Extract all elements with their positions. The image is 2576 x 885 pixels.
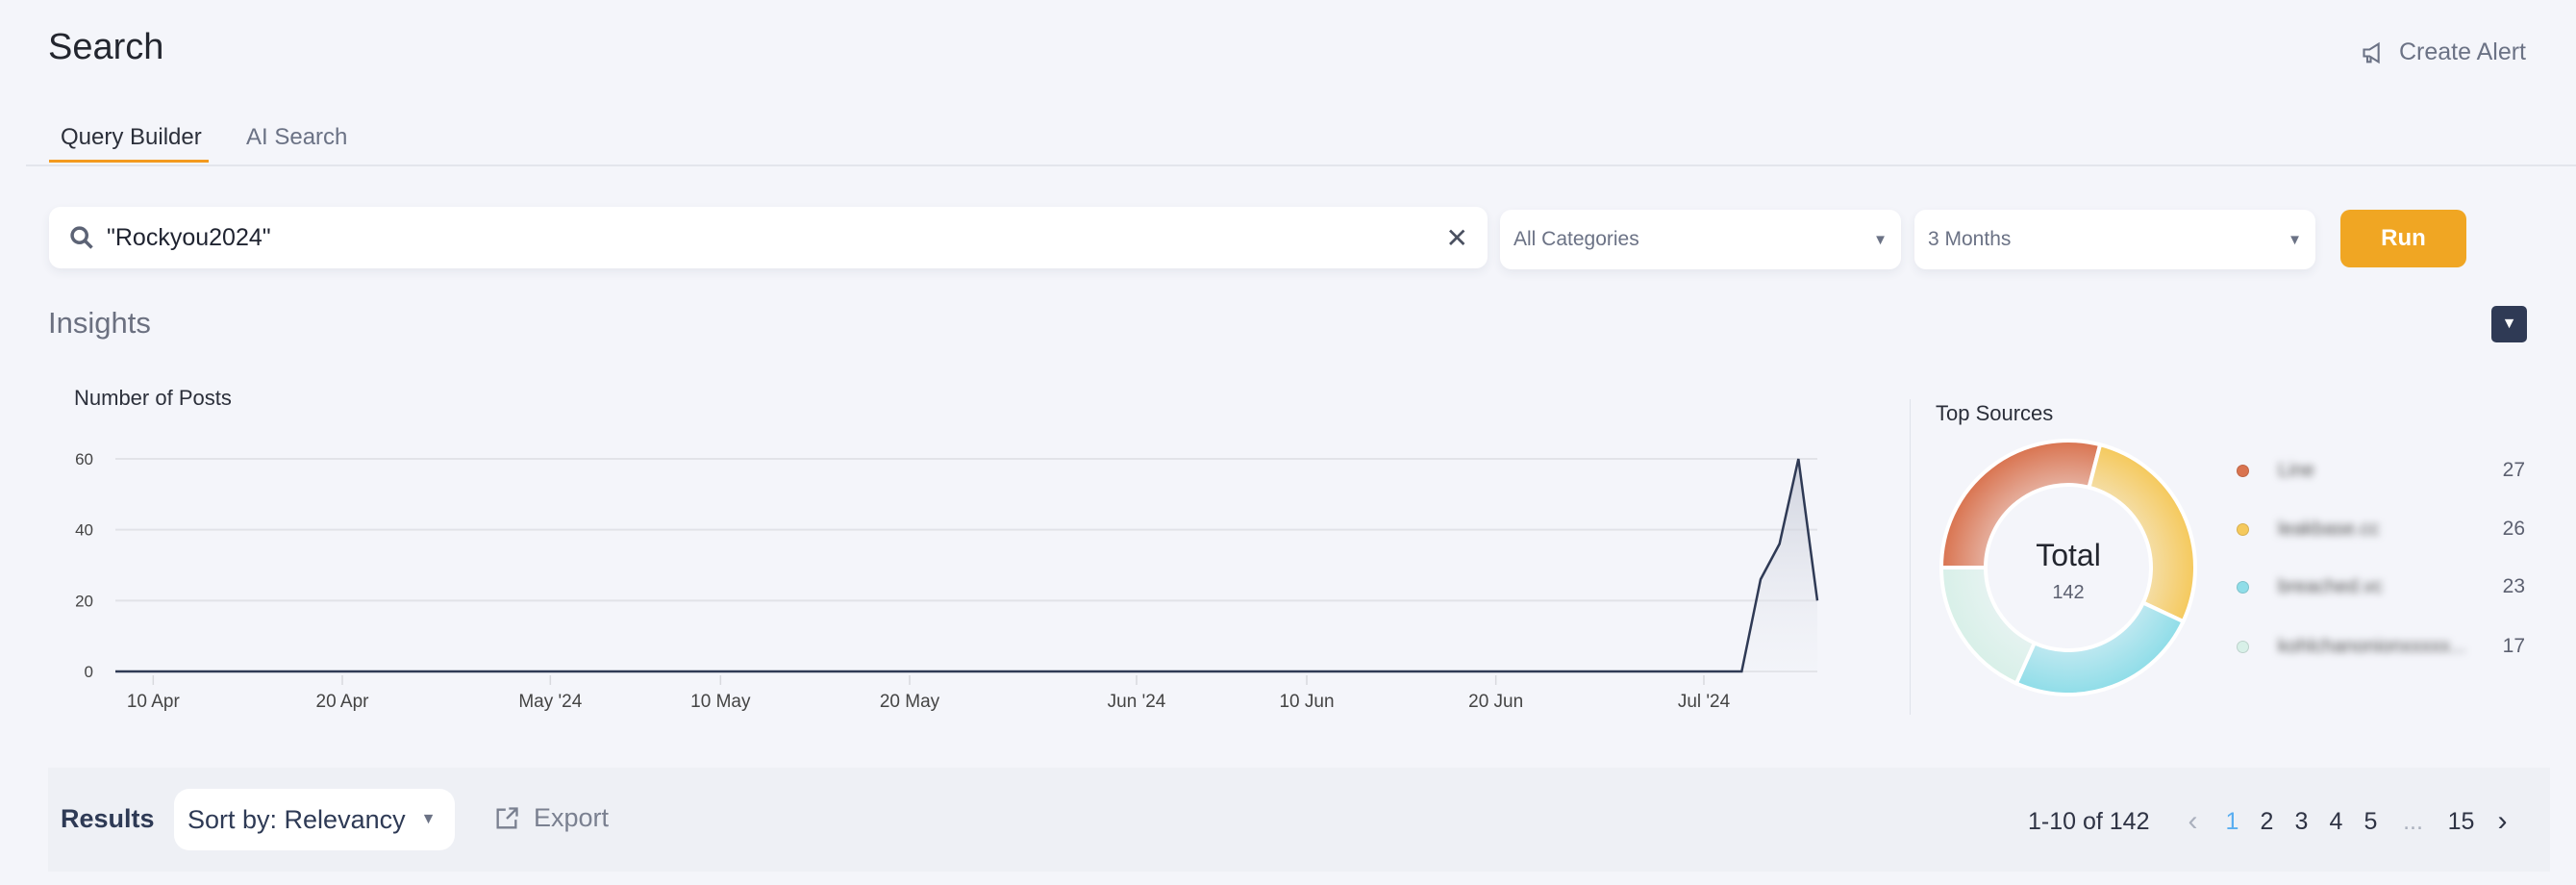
- page-4[interactable]: 4: [2319, 808, 2354, 836]
- page-5[interactable]: 5: [2354, 808, 2388, 836]
- sort-value: Sort by: Relevancy: [188, 804, 406, 834]
- create-alert-label: Create Alert: [2398, 38, 2526, 65]
- legend-value: 17: [2502, 635, 2525, 657]
- sort-dropdown[interactable]: Sort by: Relevancy ▼: [174, 789, 455, 850]
- donut-center-value: 142: [2052, 582, 2084, 603]
- section-divider: [1910, 399, 1911, 715]
- x-tick-label: 10 Jun: [1279, 692, 1334, 712]
- search-icon: [70, 226, 93, 249]
- legend-dot: [2237, 580, 2249, 594]
- donut-center-label: Total: [2036, 538, 2101, 572]
- tabs-divider: [26, 164, 2576, 166]
- page-15[interactable]: 15: [2438, 808, 2485, 836]
- create-alert-button[interactable]: Create Alert: [2361, 38, 2526, 66]
- x-tick-label: Jul '24: [1678, 692, 1731, 712]
- legend-label: Line: [2278, 459, 2314, 481]
- donut-slice: [1938, 566, 2038, 687]
- search-query[interactable]: "Rockyou2024": [107, 224, 1446, 252]
- insights-heading: Insights: [48, 306, 151, 340]
- prev-page-icon[interactable]: ‹: [2188, 805, 2198, 838]
- next-page-icon[interactable]: ›: [2498, 805, 2508, 838]
- legend-item[interactable]: leakbase.cc 26: [2237, 515, 2525, 544]
- top-sources-donut: Total 142: [1938, 439, 2197, 696]
- x-tick-label: 10 May: [690, 692, 751, 712]
- search-input[interactable]: "Rockyou2024" ✕: [49, 207, 1488, 268]
- posts-line: [115, 458, 1819, 673]
- chart-title: Number of Posts: [74, 386, 232, 410]
- caret-down-icon: ▼: [420, 811, 437, 827]
- donut-slice: [2087, 442, 2197, 624]
- collapse-insights-button[interactable]: ▼: [2491, 306, 2527, 342]
- page-3[interactable]: 3: [2285, 808, 2319, 836]
- y-tick-label: 20: [75, 592, 93, 610]
- x-tick-label: May '24: [518, 692, 582, 712]
- legend-item[interactable]: kohlchanonionxxxxx... 17: [2237, 632, 2525, 661]
- y-tick-label: 40: [75, 521, 93, 540]
- time-range-select[interactable]: 3 Months ▼: [1914, 210, 2315, 269]
- x-tick-label: 20 Jun: [1468, 692, 1523, 712]
- donut-slice: [2013, 599, 2187, 696]
- tab-ai-search[interactable]: AI Search: [246, 124, 347, 151]
- results-label: Results: [61, 804, 155, 833]
- caret-down-icon: ▼: [2288, 231, 2302, 248]
- megaphone-icon: [2363, 41, 2380, 63]
- category-select[interactable]: All Categories ▼: [1500, 210, 1901, 269]
- run-button[interactable]: Run: [2340, 210, 2466, 267]
- results-range: 1-10 of 142: [2028, 807, 2150, 835]
- page-2[interactable]: 2: [2250, 808, 2285, 836]
- legend-value: 26: [2502, 518, 2525, 540]
- category-value: All Categories: [1513, 228, 1639, 250]
- caret-down-icon: ▼: [2501, 316, 2517, 332]
- legend-label: kohlchanonionxxxxx...: [2278, 635, 2466, 657]
- posts-chart: 0 20 40 60 10 Apr 20 Apr May '24 10 May 20 May Ju…: [75, 450, 1819, 712]
- legend-label: leakbase.cc: [2278, 518, 2380, 540]
- export-label: Export: [534, 803, 610, 832]
- area-fill: [115, 459, 1817, 671]
- legend-value: 27: [2502, 459, 2525, 481]
- export-button[interactable]: Export: [493, 803, 609, 833]
- pagination-ellipsis: ...: [2403, 807, 2423, 835]
- legend-dot: [2237, 640, 2249, 653]
- legend-value: 23: [2502, 575, 2525, 597]
- legend-item[interactable]: Line 27: [2237, 456, 2525, 485]
- pagination: 1-10 of 142 ‹ 1 2 3 4 5... 15 ›: [2028, 805, 2508, 838]
- x-tick-label: 10 Apr: [127, 692, 181, 712]
- legend-dot: [2237, 464, 2249, 477]
- page-title: Search: [48, 27, 164, 67]
- clear-icon[interactable]: ✕: [1446, 222, 1468, 254]
- legend-label: breached.vc: [2278, 575, 2383, 597]
- y-tick-label: 60: [75, 450, 93, 468]
- caret-down-icon: ▼: [1873, 231, 1888, 248]
- tab-query-builder[interactable]: Query Builder: [61, 124, 202, 151]
- active-tab-indicator: [49, 160, 209, 163]
- external-link-icon: [496, 806, 518, 828]
- page-1[interactable]: 1: [2215, 808, 2250, 836]
- x-tick-label: 20 Apr: [316, 692, 370, 712]
- x-tick-label: 20 May: [880, 692, 940, 712]
- top-sources-title: Top Sources: [1936, 401, 2054, 425]
- y-tick-label: 0: [85, 663, 93, 681]
- x-tick-label: Jun '24: [1108, 692, 1166, 712]
- time-range-value: 3 Months: [1928, 228, 2012, 250]
- legend-dot: [2237, 522, 2249, 536]
- legend-item[interactable]: breached.vc 23: [2237, 572, 2525, 601]
